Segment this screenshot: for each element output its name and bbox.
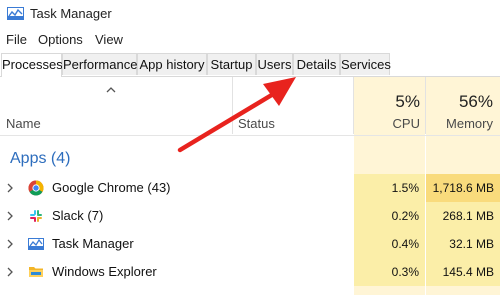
memory-cell: 1,718.6 MB [426,174,500,202]
memory-total-percent[interactable]: 56% [459,92,493,112]
cpu-value: 0.4% [391,237,419,251]
window-title: Task Manager [30,6,112,21]
menu-options[interactable]: Options [38,32,83,47]
memory-cell: 145.4 MB [426,258,500,286]
process-row[interactable]: Google Chrome (43) 1.5% 1,718.6 MB [0,174,500,202]
column-memory-header[interactable]: Memory [446,116,493,131]
process-row[interactable]: Slack (7) 0.2% 268.1 MB [0,202,500,230]
tab-users[interactable]: Users [256,53,293,75]
cpu-value: 1.5% [391,181,419,195]
memory-value: 268.1 MB [442,209,494,223]
column-status-header[interactable]: Status [238,116,275,131]
tab-details[interactable]: Details [293,53,340,75]
cpu-cell: 0.4% [354,230,425,258]
cpu-value: 0.2% [391,209,419,223]
tab-startup[interactable]: Startup [207,53,256,75]
task-manager-icon [28,238,44,250]
chevron-right-icon[interactable] [6,182,14,194]
chevron-right-icon[interactable] [6,266,14,278]
tab-app-history[interactable]: App history [137,53,207,75]
process-row[interactable]: Windows Explorer 0.3% 145.4 MB [0,258,500,286]
cpu-cell: 0.3% [354,258,425,286]
tab-services[interactable]: Services [340,53,391,75]
task-manager-icon [7,7,24,20]
cpu-cell: 0.2% [354,202,425,230]
chevron-right-icon[interactable] [6,238,14,250]
chrome-icon [28,180,44,196]
menu-file[interactable]: File [6,32,27,47]
menu-view[interactable]: View [95,32,123,47]
cpu-value: 0.3% [391,265,419,279]
column-separator[interactable] [232,77,233,134]
cpu-cell: 1.5% [354,174,425,202]
memory-value: 1,718.6 MB [432,181,494,195]
tab-bar: Processes Performance App history Startu… [0,53,500,77]
tab-performance[interactable]: Performance [62,53,137,75]
process-row[interactable]: Task Manager 0.4% 32.1 MB [0,230,500,258]
group-title: Apps (4) [10,150,71,167]
column-cpu-header[interactable]: CPU [393,116,420,131]
memory-cell: 32.1 MB [426,230,500,258]
memory-cell: 268.1 MB [426,202,500,230]
memory-value: 145.4 MB [442,265,494,279]
title-bar: Task Manager [0,0,500,28]
memory-value: 32.1 MB [449,237,494,251]
sort-ascending-icon[interactable] [106,86,116,94]
folder-icon [29,267,43,277]
cpu-total-percent[interactable]: 5% [395,92,420,112]
process-name: Google Chrome (43) [52,180,171,195]
column-name-header[interactable]: Name [6,116,41,131]
chevron-right-icon[interactable] [6,210,14,222]
column-header: Name Status 5% CPU 56% Memory [0,77,500,136]
process-name: Windows Explorer [52,264,157,279]
column-separator[interactable] [425,77,426,134]
tab-processes[interactable]: Processes [1,53,63,77]
process-name: Task Manager [52,236,134,251]
column-separator[interactable] [353,77,354,134]
process-name: Slack (7) [52,208,104,223]
slack-icon [30,210,42,222]
